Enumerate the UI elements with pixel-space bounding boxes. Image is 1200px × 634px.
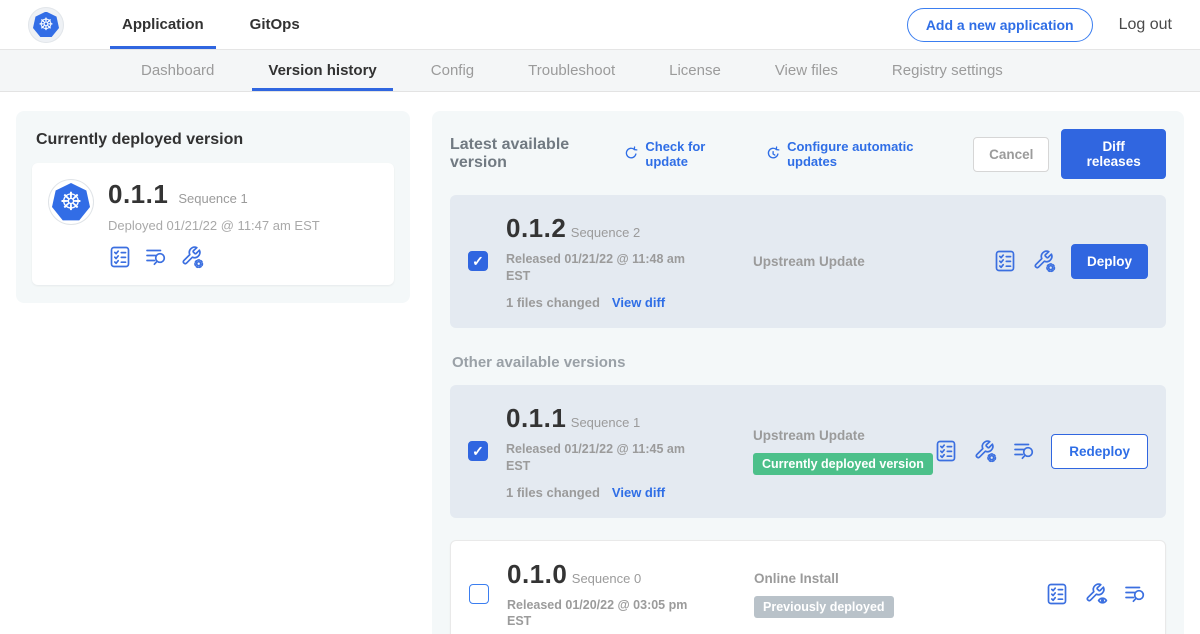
- config-wrench-gear-icon[interactable]: [180, 245, 204, 269]
- sequence-label: Sequence 2: [571, 225, 640, 240]
- version-source-label: Upstream Update: [753, 428, 934, 443]
- view-diff-link[interactable]: View diff: [612, 485, 665, 500]
- version-source-label: Upstream Update: [753, 254, 993, 269]
- version-checkbox[interactable]: [468, 251, 488, 271]
- tab-config[interactable]: Config: [415, 50, 490, 91]
- diff-releases-button[interactable]: Diff releases: [1061, 129, 1166, 179]
- latest-version-title: Latest available version: [450, 136, 613, 172]
- preflight-checks-icon[interactable]: [1045, 582, 1069, 606]
- files-changed-label: 1 files changed: [506, 295, 600, 310]
- view-diff-link[interactable]: View diff: [612, 295, 665, 310]
- nav-tab-application[interactable]: Application: [108, 0, 218, 49]
- nav-tab-application-label: Application: [122, 16, 204, 33]
- nav-tab-gitops-label: GitOps: [250, 16, 300, 33]
- nav-tab-gitops[interactable]: GitOps: [236, 0, 314, 49]
- previously-deployed-badge: Previously deployed: [754, 596, 894, 618]
- deployed-version-card: ☸ 0.1.1 Sequence 1 Deployed 01/21/22 @ 1…: [32, 163, 394, 285]
- deployed-timestamp: Deployed 01/21/22 @ 11:47 am EST: [108, 218, 320, 233]
- deployed-card-title: Currently deployed version: [36, 131, 394, 149]
- add-new-application-button[interactable]: Add a new application: [907, 8, 1093, 42]
- tab-view-files[interactable]: View files: [759, 50, 854, 91]
- sequence-label: Sequence 0: [572, 571, 641, 586]
- deploy-logs-icon[interactable]: [144, 245, 168, 269]
- app-subnav: Dashboard Version history Config Trouble…: [0, 50, 1200, 92]
- tab-dashboard[interactable]: Dashboard: [125, 50, 230, 91]
- version-source-label: Online Install: [754, 571, 1045, 586]
- deploy-logs-icon[interactable]: [1123, 582, 1147, 606]
- app-kubernetes-icon: ☸: [48, 179, 94, 225]
- configure-automatic-updates-link[interactable]: Configure automatic updates: [765, 139, 949, 169]
- config-wrench-gear-icon[interactable]: [1032, 249, 1056, 273]
- tab-license[interactable]: License: [653, 50, 737, 91]
- config-wrench-eye-icon[interactable]: [1084, 582, 1108, 606]
- version-checkbox[interactable]: [468, 441, 488, 461]
- deploy-logs-icon[interactable]: [1012, 439, 1036, 463]
- version-row-0-1-1: 0.1.1 Sequence 1 Released 01/21/22 @ 11:…: [450, 385, 1166, 518]
- version-number: 0.1.1: [506, 403, 566, 433]
- logout-link[interactable]: Log out: [1119, 16, 1172, 34]
- currently-deployed-card: Currently deployed version ☸ 0.1.1 Seque…: [16, 111, 410, 303]
- deploy-button[interactable]: Deploy: [1071, 244, 1148, 279]
- cancel-button[interactable]: Cancel: [973, 137, 1049, 172]
- check-for-update-link[interactable]: Check for update: [623, 139, 741, 169]
- currently-deployed-badge: Currently deployed version: [753, 453, 933, 475]
- files-changed-label: 1 files changed: [506, 485, 600, 500]
- tab-troubleshoot[interactable]: Troubleshoot: [512, 50, 631, 91]
- kubernetes-logo-icon: ☸: [28, 7, 64, 43]
- other-versions-title: Other available versions: [452, 354, 1166, 371]
- version-history-panel: Latest available version Check for updat…: [432, 111, 1184, 634]
- tab-version-history[interactable]: Version history: [252, 50, 392, 91]
- clock-refresh-icon: [765, 145, 781, 163]
- refresh-icon: [623, 145, 639, 163]
- released-timestamp: Released 01/20/22 @ 03:05 pm EST: [507, 597, 703, 631]
- latest-version-header: Latest available version Check for updat…: [450, 129, 1166, 179]
- released-timestamp: Released 01/21/22 @ 11:48 am EST: [506, 251, 702, 285]
- version-row-0-1-2: 0.1.2 Sequence 2 Released 01/21/22 @ 11:…: [450, 195, 1166, 328]
- top-navbar: ☸ Application GitOps Add a new applicati…: [0, 0, 1200, 50]
- preflight-checks-icon[interactable]: [108, 245, 132, 269]
- preflight-checks-icon[interactable]: [993, 249, 1017, 273]
- redeploy-button[interactable]: Redeploy: [1051, 434, 1148, 469]
- sequence-label: Sequence 1: [571, 415, 640, 430]
- version-row-0-1-0: 0.1.0 Sequence 0 Released 01/20/22 @ 03:…: [450, 540, 1166, 634]
- deployed-sequence-label: Sequence 1: [178, 191, 247, 206]
- brand-logo: ☸: [28, 0, 64, 49]
- config-wrench-gear-icon[interactable]: [973, 439, 997, 463]
- version-number: 0.1.0: [507, 559, 567, 589]
- released-timestamp: Released 01/21/22 @ 11:45 am EST: [506, 441, 702, 475]
- tab-registry-settings[interactable]: Registry settings: [876, 50, 1019, 91]
- version-number: 0.1.2: [506, 213, 566, 243]
- main-content: Currently deployed version ☸ 0.1.1 Seque…: [0, 92, 1200, 634]
- version-checkbox[interactable]: [469, 584, 489, 604]
- preflight-checks-icon[interactable]: [934, 439, 958, 463]
- deployed-version-number: 0.1.1: [108, 179, 168, 210]
